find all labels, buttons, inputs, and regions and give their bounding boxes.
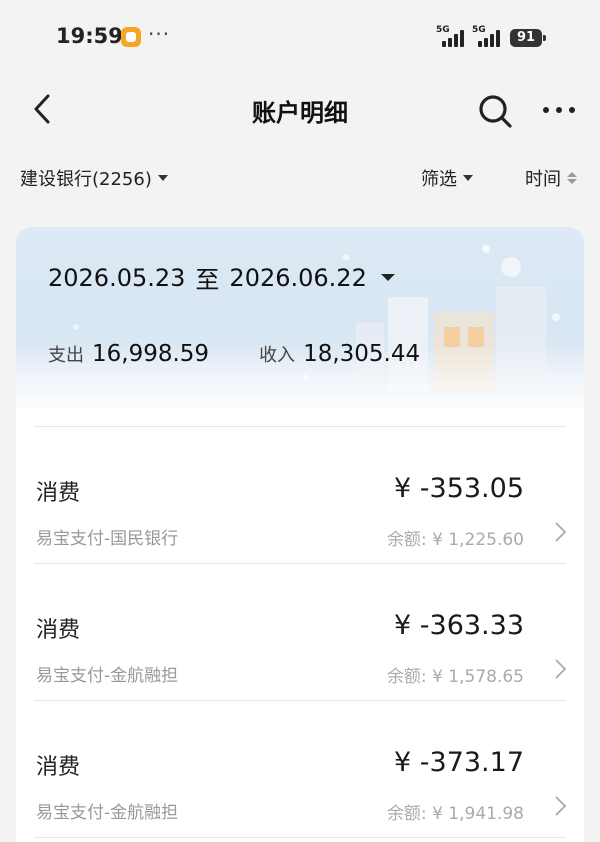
status-time: 19:59 bbox=[56, 24, 123, 48]
app-notification-icon bbox=[121, 27, 141, 47]
transaction-merchant: 易宝支付-国民银行 bbox=[36, 529, 179, 549]
account-selector[interactable]: 建设银行(2256) bbox=[20, 165, 168, 191]
income-label: 收入 bbox=[259, 345, 296, 366]
filter-row: 建设银行(2256) 筛选 时间 bbox=[0, 165, 600, 193]
signal-icon: 5G bbox=[436, 25, 466, 47]
summary-banner: 2026.05.23 至 2026.06.22 支出 16,998.59 收入 … bbox=[16, 227, 584, 410]
totals-summary: 支出 16,998.59 收入 18,305.44 bbox=[48, 341, 420, 367]
filter-label: 筛选 bbox=[421, 169, 457, 190]
income-value: 18,305.44 bbox=[303, 341, 421, 367]
transaction-list: 消费 易宝支付-国民银行 ¥ -353.05 余额: ¥ 1,225.60 消费… bbox=[16, 410, 584, 842]
chevron-right-icon bbox=[555, 796, 567, 816]
signal-label: 5G bbox=[472, 25, 486, 35]
expense-value: 16,998.59 bbox=[92, 341, 210, 367]
date-from: 2026.05.23 bbox=[48, 263, 186, 292]
transaction-merchant: 易宝支付-金航融担 bbox=[36, 803, 179, 823]
status-bar: 19:59 ··· 5G 5G 91 bbox=[0, 0, 600, 76]
transaction-balance: 余额: ¥ 1,578.65 bbox=[386, 667, 524, 687]
transaction-row[interactable]: 消费 易宝支付-国民银行 ¥ -353.05 余额: ¥ 1,225.60 bbox=[16, 426, 584, 563]
expense-label: 支出 bbox=[48, 345, 84, 366]
banner-background-illustration bbox=[16, 245, 584, 410]
caret-down-icon bbox=[463, 175, 473, 181]
transaction-merchant: 易宝支付-金航融担 bbox=[36, 666, 179, 686]
transaction-amount: ¥ -353.05 bbox=[394, 473, 524, 504]
account-label: 建设银行(2256) bbox=[20, 169, 152, 190]
date-range-selector[interactable]: 2026.05.23 至 2026.06.22 bbox=[48, 260, 395, 295]
sort-label: 时间 bbox=[525, 169, 561, 190]
transaction-row[interactable]: 消费 易宝支付-金航融担 ¥ -373.17 余额: ¥ 1,941.98 bbox=[16, 700, 584, 837]
date-to: 2026.06.22 bbox=[229, 263, 367, 292]
date-separator: 至 bbox=[195, 266, 220, 294]
search-icon[interactable] bbox=[476, 92, 514, 130]
chevron-right-icon bbox=[555, 522, 567, 542]
transaction-balance: 余额: ¥ 1,941.98 bbox=[386, 804, 524, 824]
battery-indicator: 91 bbox=[510, 29, 546, 47]
status-more-indicator: ··· bbox=[148, 22, 171, 46]
caret-down-icon bbox=[157, 175, 168, 181]
filter-button[interactable]: 筛选 bbox=[421, 165, 473, 191]
transaction-type: 消费 bbox=[36, 481, 81, 506]
signal-icon: 5G bbox=[472, 25, 502, 47]
transaction-row[interactable]: 消费 易宝支付-金航融担 ¥ -363.33 余额: ¥ 1,578.65 bbox=[16, 563, 584, 700]
transaction-type: 消费 bbox=[36, 618, 81, 643]
time-sort-button[interactable]: 时间 bbox=[525, 165, 577, 191]
caret-down-icon bbox=[380, 274, 395, 281]
transaction-amount: ¥ -363.33 bbox=[394, 610, 524, 641]
chevron-right-icon bbox=[555, 659, 567, 679]
divider bbox=[34, 837, 566, 838]
transaction-type: 消费 bbox=[36, 755, 81, 780]
transaction-balance: 余额: ¥ 1,225.60 bbox=[386, 530, 524, 550]
transaction-amount: ¥ -373.17 bbox=[394, 747, 524, 778]
more-icon[interactable] bbox=[540, 98, 578, 122]
sort-icon bbox=[567, 172, 577, 184]
signal-label: 5G bbox=[436, 25, 450, 35]
